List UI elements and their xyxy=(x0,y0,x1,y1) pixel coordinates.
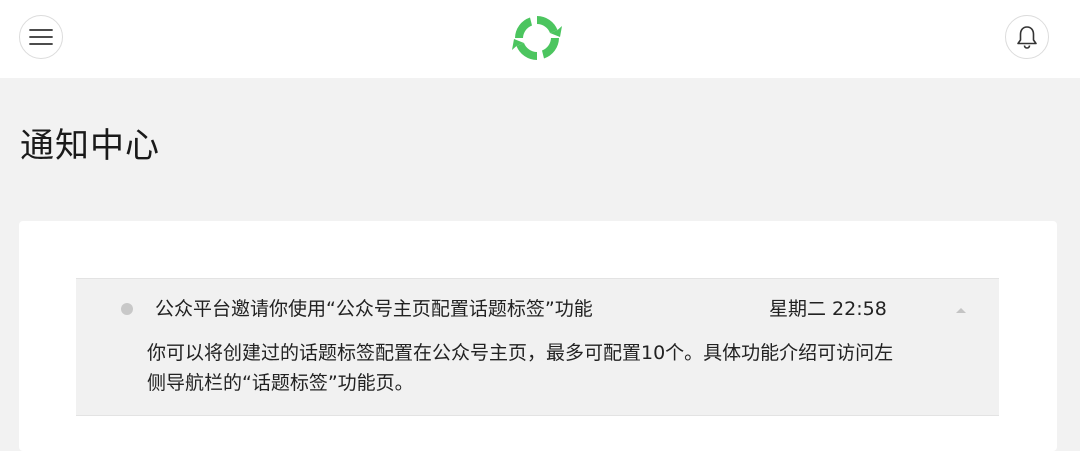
notification-title[interactable]: 公众平台邀请你使用“公众号主页配置话题标签”功能 xyxy=(155,295,593,323)
menu-button[interactable] xyxy=(19,15,63,59)
read-status-dot xyxy=(121,303,133,315)
logo-icon[interactable] xyxy=(512,13,562,63)
notification-item[interactable]: 公众平台邀请你使用“公众号主页配置话题标签”功能 星期二 22:58 你可以将创… xyxy=(76,278,999,416)
notification-list-card: 公众平台邀请你使用“公众号主页配置话题标签”功能 星期二 22:58 你可以将创… xyxy=(19,221,1057,451)
notification-time: 星期二 22:58 xyxy=(769,298,887,320)
hamburger-menu-icon xyxy=(29,29,53,45)
notification-bell-button[interactable] xyxy=(1005,15,1049,59)
collapse-arrow-icon[interactable] xyxy=(954,306,968,314)
page-title: 通知中心 xyxy=(20,126,160,166)
top-bar xyxy=(0,0,1080,78)
bell-icon xyxy=(1017,26,1037,49)
notification-body: 你可以将创建过的话题标签配置在公众号主页，最多可配置10个。具体功能介绍可访问左… xyxy=(147,342,894,394)
